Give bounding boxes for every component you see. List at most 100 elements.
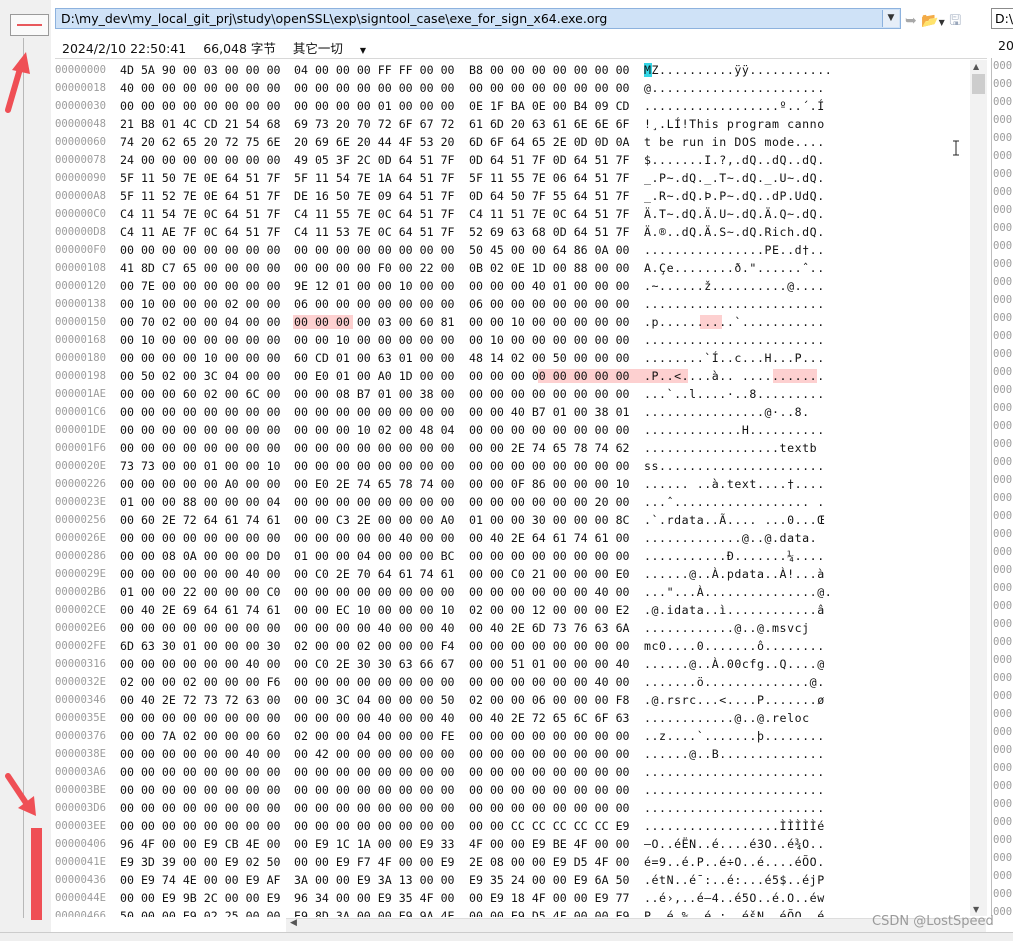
ascii-text[interactable]: ..z....`.......þ........ [644, 727, 825, 745]
hex-bytes-group[interactable]: 00 00 00 00 00 00 00 00 [120, 619, 281, 637]
hex-bytes-group[interactable]: C4 11 AE 7F 0C 64 51 7F [120, 223, 281, 241]
hex-bytes-group[interactable]: 00 00 00 60 02 00 6C 00 [120, 385, 281, 403]
hex-bytes-group[interactable]: B8 00 00 00 00 00 00 00 [469, 61, 630, 79]
scroll-left-icon[interactable]: ◀ [290, 918, 297, 928]
ascii-text[interactable]: –O..éËN..é....é3O..é¾O.. [644, 835, 825, 853]
save-icon[interactable]: 🖫 [949, 13, 961, 29]
hex-bytes-group[interactable]: 00 00 00 00 40 00 00 40 [294, 709, 455, 727]
ascii-text[interactable]: ..................º..´.Í [644, 97, 825, 115]
hex-bytes-group[interactable]: C4 11 54 7E 0C 64 51 7F [120, 205, 281, 223]
hex-bytes-group[interactable]: 00 40 2E 72 65 6C 6F 63 [469, 709, 630, 727]
hex-bytes-group[interactable]: 00 60 2E 72 64 61 74 61 [120, 511, 281, 529]
hex-bytes-group[interactable]: 00 00 40 B7 01 00 38 01 [469, 403, 630, 421]
ascii-text[interactable]: ............@..@.msvcj [644, 619, 810, 637]
hex-view[interactable]: 00000000 4D 5A 90 00 03 00 00 00 04 00 00 … [55, 58, 987, 917]
hex-bytes-group[interactable]: E9 3D 39 00 00 E9 02 50 [120, 853, 281, 871]
ascii-text[interactable]: .............@..@.data. [644, 529, 817, 547]
hex-bytes-group[interactable]: 00 00 00 00 00 00 00 00 [469, 727, 630, 745]
open-folder-icon[interactable]: 📂 [921, 13, 938, 29]
hex-bytes-group[interactable]: 00 7E 00 00 00 00 00 00 [120, 277, 281, 295]
minimap-position-marker[interactable] [31, 828, 42, 920]
hex-bytes-group[interactable]: 01 00 00 22 00 00 00 C0 [120, 583, 281, 601]
hex-bytes-group[interactable]: 24 00 00 00 00 00 00 00 [120, 151, 281, 169]
hex-bytes-group[interactable]: 00 00 E9 F7 4F 00 00 E9 [294, 853, 455, 871]
go-arrow-icon[interactable]: ➥ [905, 13, 917, 29]
hex-bytes-group[interactable]: 00 00 00 00 00 A0 00 00 [120, 475, 281, 493]
hex-bytes-group[interactable]: 00 00 C3 2E 00 00 00 A0 [294, 511, 455, 529]
scroll-up-icon[interactable]: ▲ [973, 62, 979, 71]
hex-bytes-group[interactable]: 00 10 00 00 00 00 00 00 [120, 331, 281, 349]
ascii-text[interactable]: _.P~.dQ._.T~.dQ._.U~.dQ. [644, 169, 825, 187]
hex-bytes-group[interactable]: 00 50 02 00 3C 04 00 00 [120, 367, 281, 385]
ascii-text[interactable]: t be run in DOS mode.... [644, 133, 825, 151]
hex-bytes-group[interactable]: 00 00 7A 02 00 00 00 60 [120, 727, 281, 745]
hex-bytes-group[interactable]: 00 00 00 00 00 00 00 00 [469, 781, 630, 799]
hex-bytes-group[interactable]: 00 00 00 40 01 00 00 00 [469, 277, 630, 295]
hex-bytes-group[interactable]: 6D 6F 64 65 2E 0D 0D 0A [469, 133, 630, 151]
hex-bytes-group[interactable]: 06 00 00 00 00 00 00 00 [294, 295, 455, 313]
hex-bytes-group[interactable]: 50 45 00 00 64 86 0A 00 [469, 241, 630, 259]
hex-bytes-group[interactable]: 00 00 E9 9B 2C 00 00 E9 [120, 889, 281, 907]
hex-bytes-group[interactable]: 00 00 00 00 00 00 00 00 [294, 457, 455, 475]
ascii-text[interactable]: A.Çe........ð."......ˆ.. [644, 259, 825, 277]
hex-bytes-group[interactable]: 00 00 00 00 00 00 00 00 [294, 781, 455, 799]
hex-bytes-group[interactable]: 00 E0 2E 74 65 78 74 00 [294, 475, 455, 493]
hex-bytes-group[interactable]: 0D 64 51 7F 0D 64 51 7F [469, 151, 630, 169]
vertical-scrollbar[interactable]: ▲ ▼ [970, 60, 987, 916]
hex-bytes-group[interactable]: 02 00 00 02 00 00 00 F4 [294, 637, 455, 655]
scroll-thumb[interactable] [972, 74, 985, 94]
ascii-text[interactable]: Ä.T~.dQ.Ä.U~.dQ.Ä.Q~.dQ. [644, 205, 825, 223]
hex-bytes-group[interactable]: 0B 02 0E 1D 00 88 00 00 [469, 259, 630, 277]
hex-bytes-group[interactable]: 00 00 00 00 00 00 00 00 [294, 403, 455, 421]
hex-bytes-group[interactable]: 00 00 00 00 00 00 00 00 [469, 763, 630, 781]
hex-bytes-group[interactable]: 00 00 00 00 00 00 00 00 [120, 421, 281, 439]
hex-bytes-group[interactable]: 52 69 63 68 0D 64 51 7F [469, 223, 630, 241]
hex-bytes-group[interactable]: 02 00 00 12 00 00 00 E2 [469, 601, 630, 619]
ascii-text[interactable]: MZ..........ÿÿ........... [644, 61, 832, 79]
hex-bytes-group[interactable]: 01 00 00 04 00 00 00 BC [294, 547, 455, 565]
hex-bytes-group[interactable]: 74 20 62 65 20 72 75 6E [120, 133, 281, 151]
ascii-text[interactable]: ......@..À.00cfg..Q....@ [644, 655, 825, 673]
hex-bytes-group[interactable]: 00 00 00 00 00 00 00 00 [120, 763, 281, 781]
hex-bytes-group[interactable]: 00 00 00 00 00 00 00 00 [120, 817, 281, 835]
hex-bytes-group[interactable]: 4D 5A 90 00 03 00 00 00 [120, 61, 281, 79]
hex-bytes-group[interactable]: 00 00 00 00 00 00 00 00 [120, 709, 281, 727]
hex-bytes-group[interactable]: 41 8D C7 65 00 00 00 00 [120, 259, 281, 277]
hex-bytes-group[interactable]: 0E 1F BA 0E 00 B4 09 CD [469, 97, 630, 115]
ascii-text[interactable]: ...`..l....·..8......... [644, 385, 825, 403]
hex-bytes-group[interactable]: 00 70 02 00 00 04 00 00 [120, 313, 281, 331]
hex-bytes-group[interactable]: 69 73 20 70 72 6F 67 72 [294, 115, 455, 133]
ascii-text[interactable]: ........................ [644, 799, 825, 817]
hex-bytes-group[interactable]: 00 00 00 00 00 40 00 00 [294, 529, 455, 547]
hex-bytes-group[interactable]: 00 00 00 00 F0 00 22 00 [294, 259, 455, 277]
hex-bytes-group[interactable]: 3A 00 00 E9 3A 13 00 00 [294, 871, 455, 889]
hex-bytes-group[interactable]: C4 11 53 7E 0C 64 51 7F [294, 223, 455, 241]
hex-bytes-group[interactable]: 00 40 2E 64 61 74 61 00 [469, 529, 630, 547]
hex-bytes-group[interactable]: 00 00 00 00 00 00 40 00 [469, 673, 630, 691]
hex-bytes-group[interactable]: 00 10 00 00 00 02 00 00 [120, 295, 281, 313]
hex-bytes-group[interactable]: 5F 11 52 7E 0E 64 51 7F [120, 187, 281, 205]
ascii-text[interactable]: ........................ [644, 781, 825, 799]
ascii-text[interactable]: ...ˆ.................. . [644, 493, 825, 511]
hex-bytes-group[interactable]: 00 E0 01 00 A0 1D 00 00 [294, 367, 455, 385]
hex-bytes-group[interactable]: DE 16 50 7E 09 64 51 7F [294, 187, 455, 205]
ascii-text[interactable]: é=9..é.P..é÷O..é....éÕO. [644, 853, 825, 871]
hex-bytes-group[interactable]: 00 00 00 00 00 00 00 00 [120, 439, 281, 457]
hex-bytes-group[interactable]: 01 00 00 30 00 00 00 8C [469, 511, 630, 529]
ascii-text[interactable]: .étN..é¯:..é:...é5$..éjP [644, 871, 825, 889]
hex-bytes-group[interactable]: 00 00 00 00 00 00 00 00 [294, 817, 455, 835]
hex-bytes-group[interactable]: 00 00 3C 04 00 00 00 50 [294, 691, 455, 709]
hex-bytes-group[interactable]: 00 00 00 00 00 00 00 00 [294, 799, 455, 817]
hex-bytes-group[interactable]: 20 69 6E 20 44 4F 53 20 [294, 133, 455, 151]
minimap-top-box[interactable] [10, 14, 49, 36]
hex-bytes-group[interactable]: 00 00 00 00 00 00 00 00 [294, 241, 455, 259]
hex-bytes-group[interactable]: 00 00 C0 21 00 00 00 E0 [469, 565, 630, 583]
ascii-text[interactable]: ................PE..d†.. [644, 241, 825, 259]
hex-bytes-group[interactable]: 00 00 10 00 00 00 00 00 [294, 331, 455, 349]
hex-bytes-group[interactable]: 00 00 0F 86 00 00 00 10 [469, 475, 630, 493]
scroll-down-icon[interactable]: ▼ [973, 905, 979, 914]
hex-bytes-group[interactable]: 00 00 00 00 00 00 00 00 [469, 637, 630, 655]
hex-bytes-group[interactable]: 00 00 00 00 00 00 00 00 [469, 745, 630, 763]
hex-bytes-group[interactable]: E9 8D 3A 00 00 E9 9A 4E [294, 907, 455, 917]
hex-bytes-group[interactable]: 00 00 00 00 00 00 40 00 [120, 565, 281, 583]
